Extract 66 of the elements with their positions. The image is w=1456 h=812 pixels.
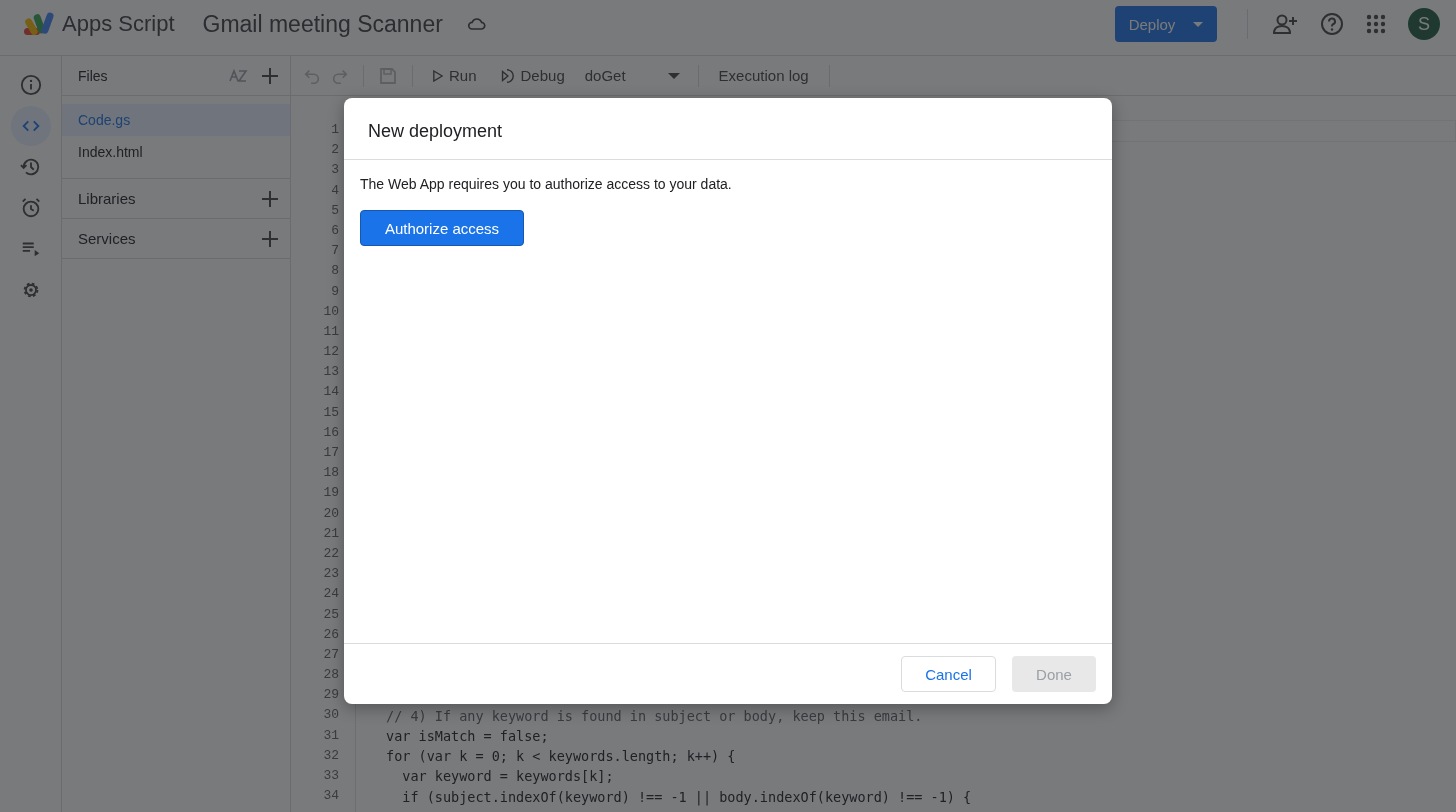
code-line: if (subject.indexOf(keyword) !== -1 || body.indexOf(keyword) !== -1) { <box>401 787 973 807</box>
dialog-title: New deployment <box>344 98 1112 160</box>
code-line: var isMatch = false; <box>386 727 550 746</box>
line-number: 28 <box>322 666 339 685</box>
deploy-button[interactable]: Deploy <box>1115 6 1217 42</box>
authorize-button[interactable]: Authorize access <box>360 210 524 246</box>
section-heading[interactable]: Libraries <box>78 190 136 207</box>
line-number: 5 <box>330 201 339 220</box>
line-number: 32 <box>322 746 339 765</box>
code-icon[interactable] <box>10 106 51 146</box>
line-number: 14 <box>322 383 339 402</box>
run-button[interactable]: Run <box>427 67 483 84</box>
file-item[interactable]: Code.gs <box>62 104 290 136</box>
line-number: 4 <box>330 181 339 200</box>
apps-grid-icon[interactable] <box>1366 14 1386 34</box>
line-number: 33 <box>322 767 339 785</box>
caret-icon <box>1193 21 1204 27</box>
line-number: 16 <box>322 423 339 442</box>
add-person-icon[interactable] <box>1272 13 1298 35</box>
code-comment: // 4) If any keyword is found in subject or body, keep this email. <box>386 706 924 726</box>
line-number: 7 <box>330 242 339 261</box>
app-name: Apps Script <box>62 11 175 37</box>
help-icon[interactable] <box>1320 12 1344 36</box>
files-heading: Files <box>78 67 109 84</box>
line-number: 2 <box>330 141 339 160</box>
line-number: 9 <box>330 282 339 301</box>
debug-button[interactable]: Debug <box>492 67 571 84</box>
line-number: 18 <box>322 464 339 483</box>
code-line: var keyword = keywords[k]; <box>401 767 615 787</box>
line-number: 29 <box>322 686 339 705</box>
caret-icon <box>667 72 680 79</box>
add-icon[interactable] <box>260 65 280 86</box>
add-icon[interactable] <box>260 188 280 209</box>
code-line: for (var k = 0; k < keywords.length; k++) { <box>386 747 737 767</box>
line-number: 21 <box>322 524 339 543</box>
line-number: 30 <box>322 706 339 725</box>
line-number: 26 <box>322 625 339 644</box>
line-number: 12 <box>322 343 339 362</box>
cancel-button[interactable]: Cancel <box>901 656 996 692</box>
line-number: 6 <box>330 221 339 240</box>
line-number: 34 <box>322 787 339 806</box>
line-number: 23 <box>322 565 339 584</box>
line-number: 15 <box>322 403 339 422</box>
avatar[interactable]: S <box>1408 8 1440 40</box>
line-number: 17 <box>322 444 339 462</box>
line-number: 22 <box>322 544 339 563</box>
function-select[interactable]: doGet <box>580 67 684 84</box>
line-number: 27 <box>322 645 339 664</box>
file-item[interactable]: Index.html <box>62 136 290 168</box>
line-number: 8 <box>330 262 339 281</box>
line-number: 1 <box>330 121 339 139</box>
line-number: 20 <box>322 504 339 523</box>
line-number: 25 <box>322 605 339 624</box>
line-number: 31 <box>322 726 339 745</box>
section-heading[interactable]: Services <box>78 230 136 247</box>
dialog-message: The Web App requires you to authorize access to your data. <box>360 176 733 192</box>
line-number: 13 <box>322 363 339 382</box>
line-number: 19 <box>322 484 339 503</box>
play-icon <box>433 69 443 82</box>
add-icon[interactable] <box>260 228 280 249</box>
project-title[interactable]: Gmail meeting Scanner <box>202 10 443 38</box>
line-number: 11 <box>322 322 339 341</box>
line-number: 10 <box>322 302 339 321</box>
execution-log-button[interactable]: Execution log <box>712 67 815 84</box>
line-number: 24 <box>322 585 339 604</box>
line-number: 3 <box>330 161 339 180</box>
